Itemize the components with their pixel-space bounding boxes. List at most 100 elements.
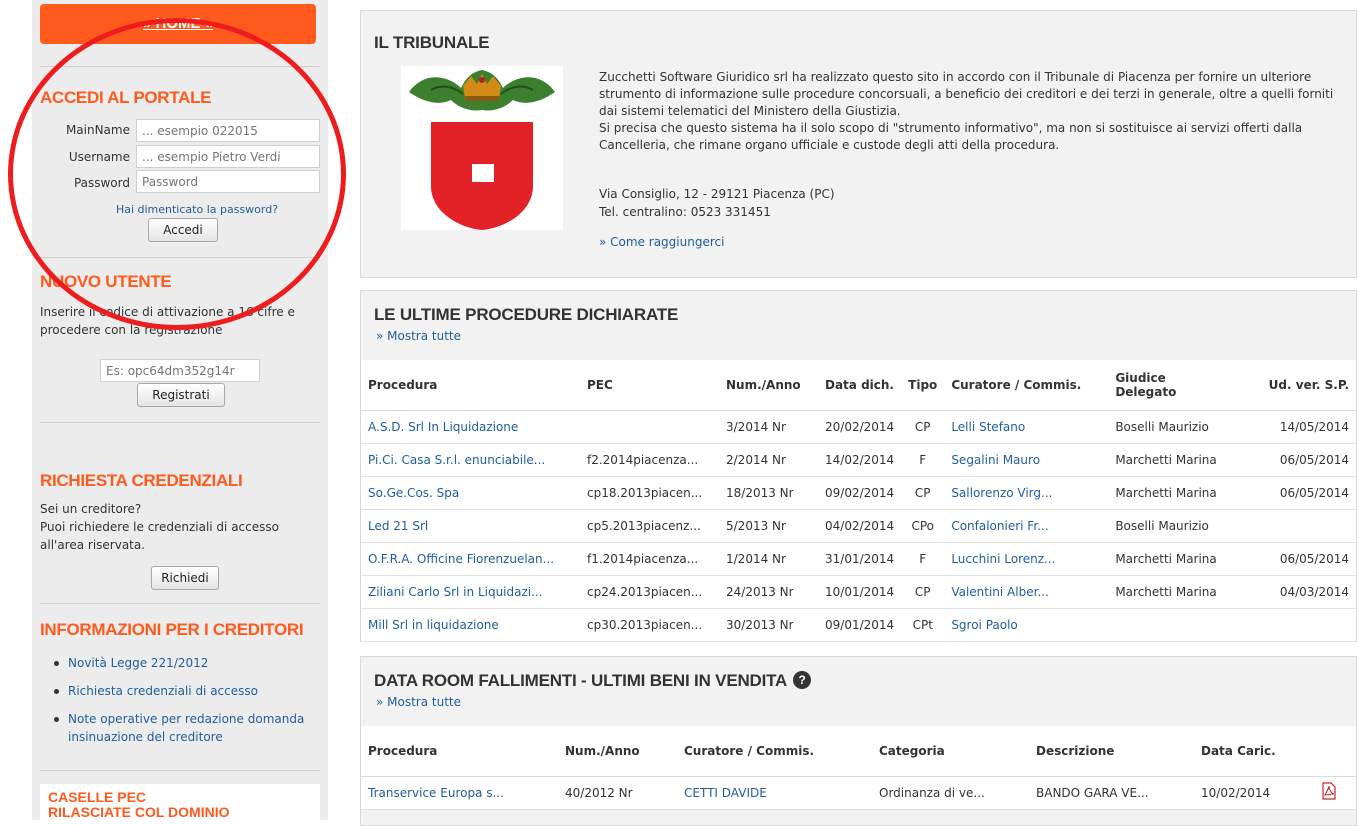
new-user-title: NUOVO UTENTE <box>40 272 172 291</box>
table-row[interactable]: Led 21 Srl cp5.2013piacenz... 5/2013 Nr 04/… <box>361 509 1356 543</box>
help-icon[interactable]: ? <box>793 671 812 689</box>
curator-link[interactable]: Segalini Mauro <box>951 453 1040 467</box>
table-cell: 20/02/2014 <box>818 410 902 444</box>
table-cell: 30/2013 Nr <box>719 608 818 642</box>
column-header[interactable]: Procedura <box>361 726 558 777</box>
table-row[interactable]: A.S.D. Srl In Liquidazione 3/2014 Nr 20/02… <box>361 410 1356 444</box>
table-cell: Pi.Ci. Casa S.r.l. enunciabile... <box>361 443 580 477</box>
table-cell <box>580 410 719 444</box>
column-header[interactable]: Num./Anno <box>558 726 677 777</box>
table-cell: cp24.2013piacen... <box>580 575 719 609</box>
directions-link[interactable]: » Come raggiungerci <box>599 235 724 249</box>
tribunale-panel: IL TRIBUNALE Zucchetti Software Giuridic… <box>360 10 1357 278</box>
column-header[interactable]: Num./Anno <box>719 360 818 411</box>
creditors-info-link[interactable]: Richiesta credenziali di accesso <box>68 684 258 698</box>
column-header[interactable]: Descrizione <box>1029 726 1194 777</box>
procedure-link[interactable]: Pi.Ci. Casa S.r.l. enunciabile... <box>368 453 545 467</box>
procedures-show-all-link[interactable]: » Mostra tutte <box>376 329 461 343</box>
procedure-link[interactable]: Transervice Europa s... <box>368 786 504 800</box>
table-cell: Lucchini Lorenz... <box>944 542 1109 576</box>
tribunale-disclaimer: Si precisa che questo sistema ha il solo… <box>599 121 1303 152</box>
forgot-password-link[interactable]: Hai dimenticato la password? <box>32 203 362 216</box>
procedure-link[interactable]: Mill Srl in liquidazione <box>368 618 499 632</box>
pdf-icon[interactable] <box>1321 782 1337 800</box>
table-row[interactable]: O.F.R.A. Officine Fiorenzuelan... f1.2014… <box>361 542 1356 576</box>
list-item: Note operative per redazione domanda ins… <box>52 710 322 746</box>
login-button[interactable]: Accedi <box>148 218 218 242</box>
password-input[interactable] <box>136 170 320 193</box>
divider <box>40 770 320 771</box>
column-header[interactable]: Curatore / Commis. <box>677 726 872 777</box>
dataroom-show-all-link[interactable]: » Mostra tutte <box>376 695 461 709</box>
curator-link[interactable]: Confalonieri Fr... <box>951 519 1048 533</box>
table-cell: 09/01/2014 <box>818 608 902 642</box>
curator-link[interactable]: Valentini Alber... <box>951 585 1049 599</box>
procedure-link[interactable]: So.Ge.Cos. Spa <box>368 486 459 500</box>
curator-link[interactable]: Lucchini Lorenz... <box>951 552 1055 566</box>
table-cell: 31/01/2014 <box>818 542 902 576</box>
table-cell <box>1235 509 1356 543</box>
table-header-row: Procedura Num./Anno Curatore / Commis. C… <box>361 726 1356 777</box>
activation-code-input[interactable] <box>100 359 260 382</box>
table-cell: F <box>901 542 945 576</box>
curator-link[interactable]: CETTI DAVIDE <box>684 786 767 800</box>
procedures-table: Procedura PEC Num./Anno Data dich. Tipo … <box>361 360 1356 642</box>
column-header[interactable]: Giudice Delegato <box>1108 360 1236 411</box>
mainname-input[interactable] <box>136 119 320 142</box>
request-credentials-button[interactable]: Richiedi <box>151 566 219 590</box>
column-header[interactable]: Data Caric. <box>1194 726 1314 777</box>
table-cell: BANDO GARA VE... <box>1029 776 1194 810</box>
procedure-link[interactable]: A.S.D. Srl In Liquidazione <box>368 420 518 434</box>
table-cell: 06/05/2014 <box>1235 542 1356 576</box>
table-cell: CPt <box>901 608 945 642</box>
column-header[interactable]: Categoria <box>872 726 1029 777</box>
tribunale-phone: Tel. centralino: 0523 331451 <box>599 205 771 219</box>
dataroom-panel: DATA ROOM FALLIMENTI - ULTIMI BENI IN VE… <box>360 656 1357 826</box>
table-row[interactable]: Pi.Ci. Casa S.r.l. enunciabile... f2.2014… <box>361 443 1356 477</box>
table-cell: 04/02/2014 <box>818 509 902 543</box>
table-cell: Boselli Maurizio <box>1108 509 1236 543</box>
column-header[interactable]: PEC <box>580 360 719 411</box>
table-row[interactable]: Transervice Europa s... 40/2012 Nr CETTI D… <box>361 776 1356 810</box>
username-label: Username <box>68 150 130 164</box>
table-cell: 10/02/2014 <box>1194 776 1314 810</box>
table-cell: Boselli Maurizio <box>1108 410 1236 444</box>
curator-link[interactable]: Sgroi Paolo <box>951 618 1017 632</box>
tribunale-title: IL TRIBUNALE <box>374 33 490 52</box>
username-input[interactable] <box>136 145 320 168</box>
table-row[interactable]: Mill Srl in liquidazione cp30.2013piacen.… <box>361 608 1356 642</box>
table-cell: F <box>901 443 945 477</box>
table-cell: 10/01/2014 <box>818 575 902 609</box>
creditors-info-link[interactable]: Novità Legge 221/2012 <box>68 656 208 670</box>
procedure-link[interactable]: O.F.R.A. Officine Fiorenzuelan... <box>368 552 554 566</box>
table-cell: CP <box>901 476 945 510</box>
table-cell <box>1108 608 1236 642</box>
tribunale-description: Zucchetti Software Giuridico srl ha real… <box>599 70 1334 118</box>
credentials-line2: Puoi richiedere le credenziali di access… <box>40 520 279 552</box>
table-cell: CETTI DAVIDE <box>677 776 872 810</box>
creditors-info-link[interactable]: Note operative per redazione domanda ins… <box>68 712 304 744</box>
column-header[interactable]: Ud. ver. S.P. <box>1235 360 1356 411</box>
register-button[interactable]: Registrati <box>137 383 225 407</box>
column-header[interactable]: Procedura <box>361 360 580 411</box>
table-row[interactable]: So.Ge.Cos. Spa cp18.2013piacen... 18/2013 … <box>361 476 1356 510</box>
procedure-link[interactable]: Led 21 Srl <box>368 519 428 533</box>
column-header[interactable]: Data dich. <box>818 360 902 411</box>
column-header[interactable]: Tipo <box>901 360 945 411</box>
table-cell: 1/2014 Nr <box>719 542 818 576</box>
list-item: Novità Legge 221/2012 <box>52 654 322 672</box>
divider <box>40 66 320 67</box>
table-cell: 09/02/2014 <box>818 476 902 510</box>
curator-link[interactable]: Lelli Stefano <box>951 420 1025 434</box>
table-row[interactable]: Ziliani Carlo Srl in Liquidazi... cp24.20… <box>361 575 1356 609</box>
password-label: Password <box>73 176 130 190</box>
home-button[interactable]: » HOME « <box>40 4 316 44</box>
curator-link[interactable]: Sallorenzo Virg... <box>951 486 1052 500</box>
sidebar: » HOME « ACCEDI AL PORTALE MainName User… <box>32 0 328 824</box>
table-cell: Segalini Mauro <box>944 443 1109 477</box>
table-cell: cp30.2013piacen... <box>580 608 719 642</box>
procedure-link[interactable]: Ziliani Carlo Srl in Liquidazi... <box>368 585 543 599</box>
table-cell: O.F.R.A. Officine Fiorenzuelan... <box>361 542 580 576</box>
table-cell: cp18.2013piacen... <box>580 476 719 510</box>
column-header[interactable]: Curatore / Commis. <box>944 360 1109 411</box>
